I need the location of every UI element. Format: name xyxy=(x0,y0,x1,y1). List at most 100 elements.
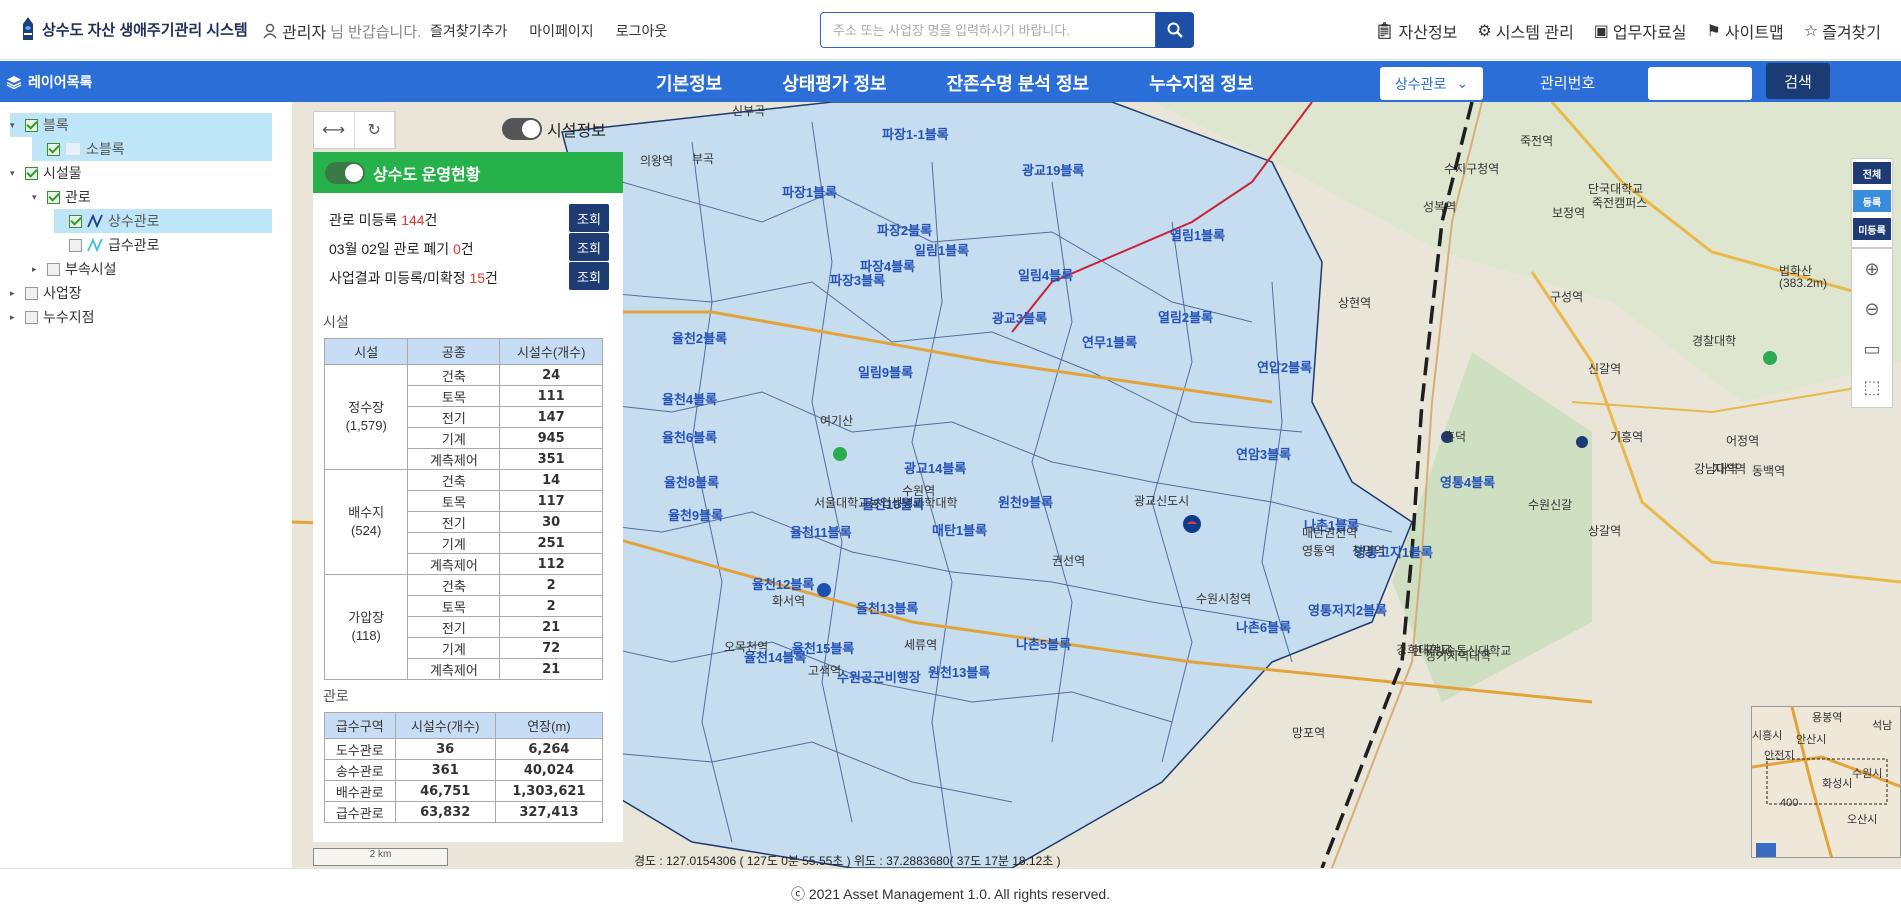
map-block-label[interactable]: 파장2블록 xyxy=(877,220,932,239)
tree-node[interactable]: ▸ 누수지점 xyxy=(10,305,272,329)
layer-style-icon xyxy=(87,213,103,229)
menu-basic-info[interactable]: 기본정보 xyxy=(656,70,722,96)
map-block-label[interactable]: 율천12블록 xyxy=(752,574,814,593)
tree-node[interactable]: ▸ 부속시설 xyxy=(32,257,272,281)
map-block-label[interactable]: 영통4블록 xyxy=(1440,472,1495,491)
table-header: 시설 xyxy=(323,338,409,365)
layer-checkbox[interactable] xyxy=(25,310,38,324)
map-block-label[interactable]: 율천15블록 xyxy=(792,638,854,657)
tree-node[interactable]: ▾ 블록 xyxy=(10,113,272,137)
asset-info-link[interactable]: 📋︎ 자산정보 xyxy=(1374,19,1457,43)
map-place-label: 경찰대학 xyxy=(1692,334,1737,348)
address-search-button[interactable] xyxy=(1156,12,1194,48)
tree-node[interactable]: ▾ 관로 xyxy=(32,185,272,209)
tree-node[interactable]: ▾ 시설물 xyxy=(10,161,272,185)
map-block-label[interactable]: 나촌5블록 xyxy=(1016,634,1071,653)
layer-checkbox[interactable] xyxy=(47,190,60,204)
map-block-label[interactable]: 일림9블록 xyxy=(858,362,913,381)
map-block-label[interactable]: 일림4블록 xyxy=(1018,265,1073,284)
table-row: 급수관로 63,832 327,413 xyxy=(324,801,604,823)
map-block-label[interactable]: 연무1블록 xyxy=(1082,332,1137,351)
mypage-link[interactable]: 마이페이지 xyxy=(529,21,593,41)
map-block-label[interactable]: 율천9블록 xyxy=(668,505,723,524)
map-block-label[interactable]: 일림1블록 xyxy=(914,240,969,259)
area-select-icon[interactable]: ⬚ xyxy=(1853,368,1891,406)
zoom-out-icon[interactable]: ⊖ xyxy=(1853,290,1891,328)
map-block-label[interactable]: 연압2블록 xyxy=(1257,357,1312,376)
map-place-label: 구성역 xyxy=(1550,290,1584,304)
map-block-label[interactable]: 파장1블록 xyxy=(782,182,837,201)
map-block-label[interactable]: 원천9블록 xyxy=(998,492,1053,511)
logout-link[interactable]: 로그아웃 xyxy=(616,21,668,41)
address-search-input[interactable] xyxy=(820,12,1156,48)
layer-checkbox[interactable] xyxy=(25,286,38,300)
user-greeting: 관리자 님 반갑습니다. xyxy=(262,19,421,43)
measure-icon[interactable]: ⟷ xyxy=(314,112,355,148)
map-block-label[interactable]: 율천11블록 xyxy=(790,522,852,541)
tree-node[interactable]: 급수관로 xyxy=(54,233,272,257)
lookup-button[interactable]: 조회 xyxy=(569,233,609,261)
map-block-label[interactable]: 열림2블록 xyxy=(1158,307,1213,326)
map-block-label[interactable]: 나촌6블록 xyxy=(1236,617,1291,636)
search-button[interactable]: 검색 xyxy=(1766,63,1830,99)
expand-arrow-icon[interactable]: ▾ xyxy=(32,192,42,203)
add-favorite-link[interactable]: 즐겨찾기추가 xyxy=(430,21,507,41)
facility-info-toggle[interactable]: 시설정보 xyxy=(502,117,606,141)
menu-leak-points[interactable]: 누수지점 정보 xyxy=(1149,70,1253,96)
pipe-cell: 급수관로 xyxy=(324,801,396,823)
menu-condition-info[interactable]: 상태평가 정보 xyxy=(782,70,886,96)
layer-select[interactable]: 상수관로 ⌄ xyxy=(1380,67,1483,100)
filter-unregistered-button[interactable]: 미등록 xyxy=(1853,218,1891,240)
tree-node[interactable]: 소블록 xyxy=(32,137,272,161)
map-block-label[interactable]: 율천4블록 xyxy=(662,389,717,408)
menu-remaining-life[interactable]: 잔존수명 분석 정보 xyxy=(947,70,1089,96)
layer-list-title[interactable]: 레이어목록 xyxy=(6,72,92,92)
panel-toggle-switch[interactable] xyxy=(325,161,365,184)
map-block-label[interactable]: 수원공군비행장 xyxy=(837,667,921,686)
tree-node[interactable]: ▸ 사업장 xyxy=(10,281,272,305)
map-block-label[interactable]: 광교14블록 xyxy=(904,458,966,477)
map-block-label[interactable]: 연암3블록 xyxy=(1236,444,1291,463)
map-block-label[interactable]: 파장3블록 xyxy=(830,270,885,289)
map-block-label[interactable]: 매탄1블록 xyxy=(932,520,987,539)
layer-checkbox[interactable] xyxy=(47,262,60,276)
map-block-label[interactable]: 율천6블록 xyxy=(662,427,717,446)
expand-arrow-icon[interactable]: ▾ xyxy=(10,168,20,179)
mgr-no-input[interactable] xyxy=(1648,67,1752,100)
map-block-label[interactable]: 광교3블록 xyxy=(992,308,1047,327)
layer-checkbox[interactable] xyxy=(47,142,60,156)
lookup-button[interactable]: 조회 xyxy=(569,262,609,290)
map-block-label[interactable]: 파장1-1블록 xyxy=(882,124,949,143)
zoom-in-icon[interactable]: ⊕ xyxy=(1853,250,1891,288)
filter-registered-button[interactable]: 등록 xyxy=(1853,190,1891,212)
status-count: 0 xyxy=(452,241,461,257)
count-cell: 21 xyxy=(499,658,603,680)
map-block-label[interactable]: 영통저지2블록 xyxy=(1308,600,1387,619)
toggle-switch[interactable] xyxy=(502,118,542,140)
filter-all-button[interactable]: 전체 xyxy=(1853,162,1891,184)
layer-checkbox[interactable] xyxy=(69,214,82,228)
map-block-label[interactable]: 율천8블록 xyxy=(664,472,719,491)
expand-arrow-icon[interactable]: ▸ xyxy=(10,288,20,299)
ruler-icon[interactable]: ▭ xyxy=(1853,330,1891,368)
map-block-label[interactable]: 열림1블록 xyxy=(1170,225,1225,244)
archive-link[interactable]: ▣ 업무자료실 xyxy=(1594,19,1687,43)
tree-node[interactable]: 상수관로 xyxy=(54,209,272,233)
app-logo[interactable]: 상수도 자산 생애주기관리 시스템 xyxy=(20,16,248,42)
expand-arrow-icon[interactable]: ▾ xyxy=(10,120,20,131)
layer-checkbox[interactable] xyxy=(25,118,38,132)
expand-arrow-icon[interactable]: ▸ xyxy=(10,312,20,323)
map-block-label[interactable]: 율천13블록 xyxy=(856,598,918,617)
map-block-label[interactable]: 원천13블록 xyxy=(928,662,990,681)
map-block-label[interactable]: 광교19블록 xyxy=(1022,160,1084,179)
layer-checkbox[interactable] xyxy=(25,166,38,180)
refresh-icon[interactable]: ↻ xyxy=(355,112,395,148)
favorites-link[interactable]: ☆ 즐겨찾기 xyxy=(1804,19,1881,43)
system-admin-link[interactable]: ⚙ 시스템 관리 xyxy=(1477,19,1573,43)
overview-minimap[interactable]: 용봉역 석남 시흥시 안산시 안전지 수원시 화성시 오산시 400 xyxy=(1751,706,1901,858)
lookup-button[interactable]: 조회 xyxy=(569,204,609,232)
sitemap-link[interactable]: ⚑ 사이트맵 xyxy=(1707,19,1784,43)
expand-arrow-icon[interactable]: ▸ xyxy=(32,264,42,275)
layer-checkbox[interactable] xyxy=(69,238,82,252)
map-block-label[interactable]: 율천2블록 xyxy=(672,328,727,347)
